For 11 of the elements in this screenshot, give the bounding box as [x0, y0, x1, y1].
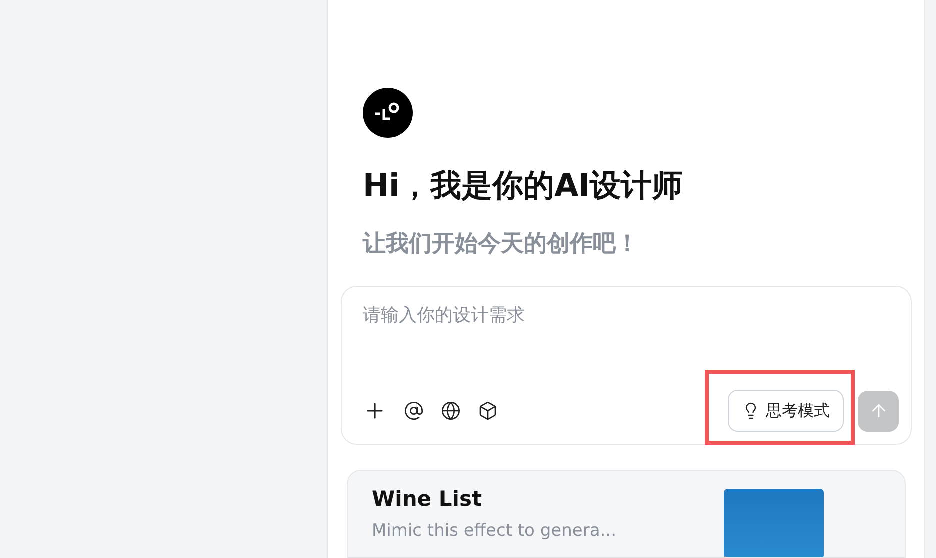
template-title: Wine List — [372, 487, 483, 512]
prompt-input[interactable]: 请输入你的设计需求 思考模式 — [341, 286, 912, 446]
greeting-title: Hi，我是你的AI设计师 — [363, 167, 684, 206]
think-mode-button[interactable]: 思考模式 — [728, 390, 844, 432]
template-card[interactable]: Wine List Mimic this effect to genera... — [347, 470, 906, 558]
logo-icon — [363, 88, 413, 138]
template-description: Mimic this effect to genera... — [372, 521, 618, 542]
cube-icon[interactable] — [478, 401, 498, 422]
greeting-subtitle: 让我们开始今天的创作吧！ — [363, 230, 639, 259]
mention-icon[interactable] — [404, 401, 424, 422]
globe-icon[interactable] — [441, 401, 461, 422]
